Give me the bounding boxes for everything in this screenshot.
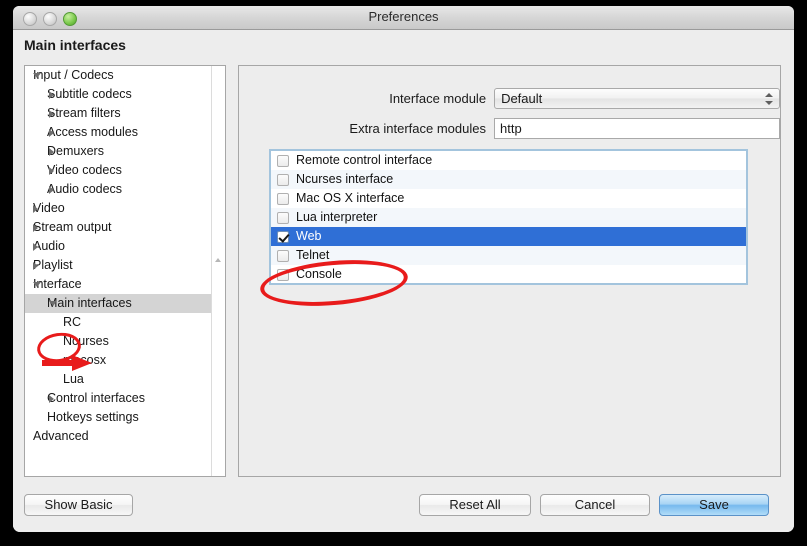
sidebar-item-demuxers[interactable]: Demuxers: [25, 142, 225, 161]
sidebar-item-stream-filters[interactable]: Stream filters: [25, 104, 225, 123]
list-item[interactable]: Lua interpreter: [271, 208, 746, 227]
list-item[interactable]: Web: [271, 227, 746, 246]
checkbox-icon[interactable]: [277, 211, 289, 224]
sidebar-item-access-modules[interactable]: Access modules: [25, 123, 225, 142]
chevron-right-icon[interactable]: [49, 91, 54, 99]
chevron-down-icon[interactable]: [33, 282, 41, 287]
window-title: Preferences: [368, 9, 439, 24]
sidebar-item-audio-codecs[interactable]: Audio codecs: [25, 180, 225, 199]
settings-tree[interactable]: Input / Codecs Subtitle codecs Stream filt…: [24, 65, 226, 477]
sidebar-item-interface[interactable]: Interface: [25, 275, 225, 294]
sidebar-item-main-interfaces[interactable]: Main interfaces: [25, 294, 225, 313]
list-item-label: Remote control interface: [296, 153, 433, 167]
sidebar-item-label: macosx: [63, 353, 107, 367]
sidebar-item-label: Audio codecs: [47, 182, 123, 196]
window-titlebar: Preferences: [13, 6, 794, 30]
save-button[interactable]: Save: [659, 494, 769, 516]
checkbox-icon[interactable]: [277, 192, 289, 205]
chevron-down-icon[interactable]: [49, 301, 57, 306]
sidebar-item-lua[interactable]: Lua: [25, 370, 225, 389]
sidebar-item-label: Stream filters: [47, 106, 121, 120]
list-item[interactable]: Console: [271, 265, 746, 283]
list-item[interactable]: Ncurses interface: [271, 170, 746, 189]
stepper-down-icon[interactable]: [765, 101, 773, 105]
interface-module-label: Interface module: [389, 91, 487, 106]
sidebar-item-video[interactable]: Video: [25, 199, 225, 218]
sidebar-item-label: Access modules: [47, 125, 139, 139]
sidebar-item-label: RC: [63, 315, 82, 329]
interface-module-value: Default: [501, 91, 543, 106]
sidebar-item-audio[interactable]: Audio: [25, 237, 225, 256]
sidebar-item-label: Control interfaces: [47, 391, 145, 405]
sidebar-item-label: Main interfaces: [47, 296, 132, 310]
chevron-right-icon[interactable]: [49, 186, 54, 194]
sidebar-item-label: Video codecs: [47, 163, 122, 177]
list-item-label: Console: [296, 267, 342, 281]
settings-tree-list: Input / Codecs Subtitle codecs Stream filt…: [25, 66, 225, 446]
main-interfaces-panel: Interface module Default Extra interface…: [238, 65, 781, 477]
chevron-down-icon[interactable]: [33, 73, 41, 78]
checkbox-icon[interactable]: [277, 154, 289, 167]
cancel-button[interactable]: Cancel: [540, 494, 650, 516]
preferences-body: Input / Codecs Subtitle codecs Stream filt…: [13, 63, 794, 483]
chevron-right-icon[interactable]: [33, 205, 38, 213]
interface-module-row: Interface module Default: [239, 88, 780, 109]
stepper-icon[interactable]: [765, 91, 774, 107]
sidebar-item-label: Playlist: [33, 258, 73, 272]
chevron-right-icon[interactable]: [33, 224, 38, 232]
sidebar-item-playlist[interactable]: Playlist: [25, 256, 225, 275]
dialog-button-bar: Show Basic Reset All Cancel Save: [13, 483, 794, 532]
sidebar-item-label: Hotkeys settings: [47, 410, 139, 424]
sidebar-item-label: Lua: [63, 372, 84, 386]
chevron-right-icon[interactable]: [49, 148, 54, 156]
checkbox-icon[interactable]: [277, 268, 289, 281]
interface-modules-list[interactable]: Remote control interface Ncurses interfac…: [269, 149, 748, 285]
checkbox-icon[interactable]: [277, 249, 289, 262]
sidebar-item-rc[interactable]: RC: [25, 313, 225, 332]
list-item[interactable]: Telnet: [271, 246, 746, 265]
sidebar-item-hotkeys-settings[interactable]: Hotkeys settings: [25, 408, 225, 427]
sidebar-item-video-codecs[interactable]: Video codecs: [25, 161, 225, 180]
sidebar-item-label: Stream output: [33, 220, 112, 234]
sidebar-scrollbar[interactable]: [211, 66, 225, 476]
list-item-label: Web: [296, 229, 322, 243]
list-item[interactable]: Remote control interface: [271, 151, 746, 170]
sidebar-item-label: Demuxers: [47, 144, 104, 158]
sidebar-item-control-interfaces[interactable]: Control interfaces: [25, 389, 225, 408]
checkbox-icon[interactable]: [277, 173, 289, 186]
preferences-window: Preferences Main interfaces Input / Code…: [13, 6, 794, 532]
list-item-label: Ncurses interface: [296, 172, 394, 186]
interface-module-select[interactable]: Default: [494, 88, 780, 109]
scroll-up-arrow-icon[interactable]: [215, 258, 221, 262]
extra-interface-modules-row: Extra interface modules: [239, 118, 780, 139]
page-title: Main interfaces: [13, 30, 794, 63]
reset-all-button[interactable]: Reset All: [419, 494, 531, 516]
chevron-right-icon[interactable]: [33, 262, 38, 270]
list-item[interactable]: Mac OS X interface: [271, 189, 746, 208]
sidebar-item-input-codecs[interactable]: Input / Codecs: [25, 66, 225, 85]
list-item-label: Lua interpreter: [296, 210, 378, 224]
list-item-label: Telnet: [296, 248, 330, 262]
extra-interface-modules-label: Extra interface modules: [349, 121, 486, 136]
chevron-right-icon[interactable]: [33, 243, 38, 251]
stepper-up-icon[interactable]: [765, 93, 773, 97]
chevron-right-icon[interactable]: [49, 395, 54, 403]
sidebar-item-label: Subtitle codecs: [47, 87, 132, 101]
sidebar-item-stream-output[interactable]: Stream output: [25, 218, 225, 237]
sidebar-item-label: Ncurses: [63, 334, 109, 348]
sidebar-item-subtitle-codecs[interactable]: Subtitle codecs: [25, 85, 225, 104]
checkbox-checked-icon[interactable]: [277, 230, 289, 243]
sidebar-item-label: Advanced: [33, 429, 89, 443]
list-item-label: Mac OS X interface: [296, 191, 405, 205]
extra-interface-modules-input[interactable]: [493, 118, 780, 139]
sidebar-item-ncurses[interactable]: Ncurses: [25, 332, 225, 351]
chevron-right-icon[interactable]: [49, 167, 54, 175]
chevron-right-icon[interactable]: [49, 129, 54, 137]
sidebar-item-macosx[interactable]: macosx: [25, 351, 225, 370]
sidebar-item-advanced[interactable]: Advanced: [25, 427, 225, 446]
chevron-right-icon[interactable]: [49, 110, 54, 118]
sidebar-item-label: Input / Codecs: [33, 68, 114, 82]
show-basic-button[interactable]: Show Basic: [24, 494, 133, 516]
